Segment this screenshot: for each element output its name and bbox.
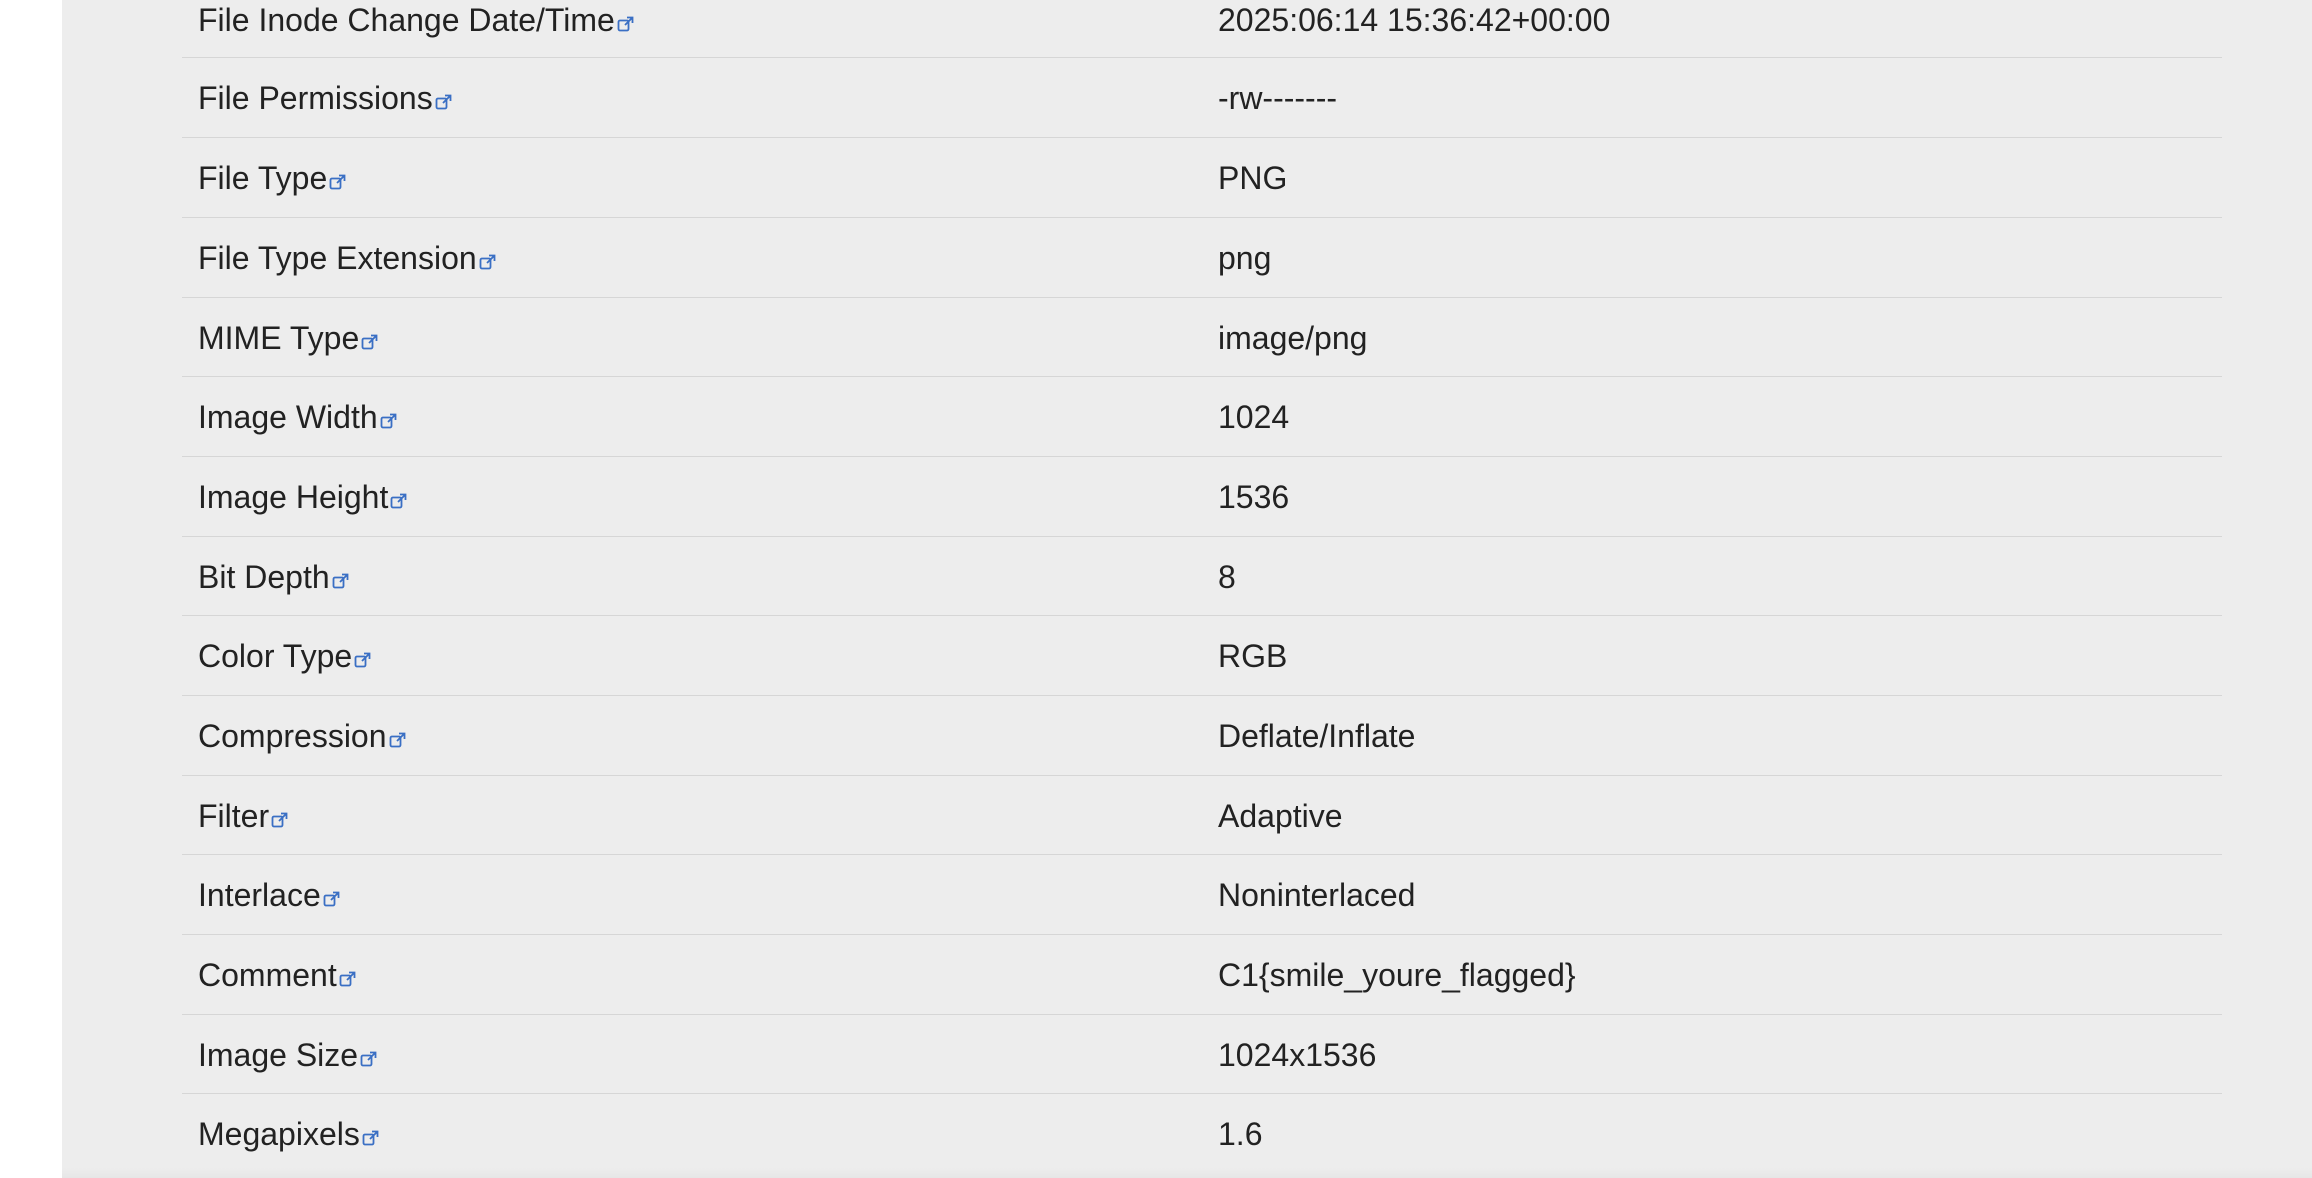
external-link-icon[interactable] (362, 1129, 380, 1147)
tag-name: File Type (198, 162, 347, 194)
table-row: Compression Deflate/Inflate (182, 696, 2222, 776)
table-row: File Type Extension png (182, 218, 2222, 298)
tag-label: Compression (198, 718, 387, 754)
table-row: Image Width 1024 (182, 377, 2222, 457)
tag-label: File Type Extension (198, 240, 477, 276)
table-row: File Type PNG (182, 138, 2222, 218)
tag-label: Image Width (198, 399, 378, 435)
tag-label: Comment (198, 957, 337, 993)
tag-name: Bit Depth (198, 561, 350, 593)
tag-value: 2025:06:14 15:36:42+00:00 (1218, 2, 1611, 38)
tag-label: Megapixels (198, 1116, 360, 1152)
tag-label: Image Height (198, 479, 389, 515)
tag-value: 1.6 (1218, 1116, 1263, 1152)
tag-value: 8 (1218, 559, 1236, 595)
tag-value: png (1218, 240, 1272, 276)
tag-name: Compression (198, 720, 407, 752)
table-row: Megapixels 1.6 (182, 1094, 2222, 1178)
external-link-icon[interactable] (354, 651, 372, 669)
tag-value: image/png (1218, 320, 1368, 356)
table-row: Interlace Noninterlaced (182, 855, 2222, 935)
external-link-icon[interactable] (389, 731, 407, 749)
table-row: Filter Adaptive (182, 776, 2222, 855)
tag-label: File Type (198, 160, 328, 196)
external-link-icon[interactable] (617, 15, 635, 33)
table-row: Image Height 1536 (182, 457, 2222, 537)
tag-value: RGB (1218, 638, 1288, 674)
tag-name: File Permissions (198, 82, 453, 114)
tag-name: Comment (198, 959, 357, 991)
tag-name: MIME Type (198, 322, 379, 354)
tag-label: Bit Depth (198, 559, 330, 595)
external-link-icon[interactable] (271, 811, 289, 829)
tag-label: Interlace (198, 877, 321, 913)
external-link-icon[interactable] (323, 890, 341, 908)
table-row: Image Size 1024x1536 (182, 1015, 2222, 1094)
tag-value: C1{smile_youre_flagged} (1218, 957, 1576, 993)
tag-value: -rw------- (1218, 80, 1338, 116)
external-link-icon[interactable] (339, 970, 357, 988)
metadata-table: File Inode Change Date/Time 2025:06:14 1… (182, 0, 2222, 1178)
tag-name: Image Height (198, 481, 408, 513)
tag-label: MIME Type (198, 320, 360, 356)
external-link-icon[interactable] (380, 412, 398, 430)
tag-value: PNG (1218, 160, 1288, 196)
table-row: Color Type RGB (182, 616, 2222, 696)
table-row: Bit Depth 8 (182, 537, 2222, 616)
table-row: File Permissions -rw------- (182, 58, 2222, 138)
external-link-icon[interactable] (360, 1050, 378, 1068)
external-link-icon[interactable] (332, 572, 350, 590)
tag-value: 1536 (1218, 479, 1290, 515)
tag-name: File Inode Change Date/Time (198, 4, 635, 36)
tag-value: 1024x1536 (1218, 1037, 1377, 1073)
table-row: Comment C1{smile_youre_flagged} (182, 935, 2222, 1015)
tag-value: Noninterlaced (1218, 877, 1416, 913)
external-link-icon[interactable] (361, 333, 379, 351)
tag-label: Color Type (198, 638, 353, 674)
tag-name: Color Type (198, 640, 372, 672)
tag-label: Image Size (198, 1037, 359, 1073)
panel-bottom-edge (62, 1168, 2312, 1178)
external-link-icon[interactable] (390, 492, 408, 510)
external-link-icon[interactable] (329, 173, 347, 191)
external-link-icon[interactable] (479, 253, 497, 271)
tag-name: Megapixels (198, 1118, 380, 1150)
tag-name: Interlace (198, 879, 341, 911)
tag-name: File Type Extension (198, 242, 497, 274)
tag-name: Filter (198, 800, 289, 832)
table-row: File Inode Change Date/Time 2025:06:14 1… (182, 0, 2222, 58)
tag-value: 1024 (1218, 399, 1290, 435)
tag-name: Image Width (198, 401, 398, 433)
metadata-panel: File Inode Change Date/Time 2025:06:14 1… (62, 0, 2312, 1178)
tag-name: Image Size (198, 1039, 378, 1071)
tag-value: Adaptive (1218, 798, 1343, 834)
tag-label: File Inode Change Date/Time (198, 2, 615, 38)
tag-label: File Permissions (198, 80, 433, 116)
external-link-icon[interactable] (435, 93, 453, 111)
table-row: MIME Type image/png (182, 298, 2222, 377)
tag-value: Deflate/Inflate (1218, 718, 1416, 754)
tag-label: Filter (198, 798, 270, 834)
